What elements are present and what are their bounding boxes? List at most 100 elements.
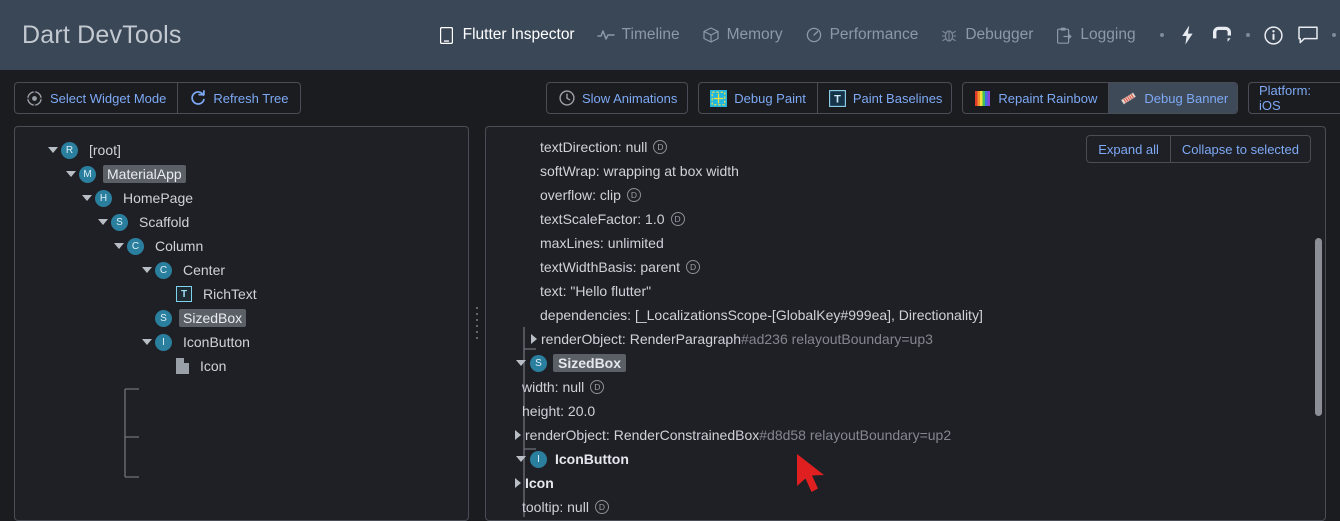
- info-icon[interactable]: [1257, 15, 1291, 55]
- tree-row-iconbutton[interactable]: I IconButton: [15, 330, 468, 354]
- panel-splitter[interactable]: [469, 126, 485, 521]
- widget-badge: I: [530, 451, 547, 468]
- details-actions-group: Expand all Collapse to selected: [1086, 135, 1311, 163]
- chevron-down-icon[interactable]: [111, 243, 127, 249]
- inspector-toolbar: Select Widget Mode Refresh Tree Slow Ani…: [0, 70, 1340, 126]
- pulse-icon: [597, 26, 615, 44]
- detail-row-text[interactable]: text: "Hello flutter": [486, 279, 1325, 303]
- default-value-badge: D: [595, 500, 609, 514]
- rainbow-icon: [974, 90, 991, 107]
- detail-text: tooltip: null: [522, 499, 589, 515]
- tree-row-scaffold[interactable]: S Scaffold: [15, 210, 468, 234]
- refresh-tree-button[interactable]: Refresh Tree: [178, 83, 299, 113]
- chevron-down-icon[interactable]: [514, 360, 528, 366]
- tree-row-label: Column: [151, 237, 207, 255]
- detail-row-overflow[interactable]: overflow: clip D: [486, 183, 1325, 207]
- button-label: Repaint Rainbow: [998, 91, 1097, 106]
- debug-paint-icon: [710, 90, 727, 107]
- widget-details-panel: Expand all Collapse to selected textDire…: [485, 126, 1326, 521]
- tree-row-materialapp[interactable]: M MaterialApp: [15, 162, 468, 186]
- tree-row-label: [root]: [85, 141, 125, 159]
- repaint-rainbow-button[interactable]: Repaint Rainbow: [963, 83, 1109, 113]
- app-header: Dart DevTools Flutter Inspector Timeline…: [0, 0, 1340, 70]
- chevron-down-icon[interactable]: [514, 456, 528, 462]
- chevron-right-icon[interactable]: [511, 430, 525, 440]
- tab-label: Memory: [727, 26, 783, 44]
- text-baseline-icon: T: [829, 90, 846, 107]
- platform-select-label: Platform: iOS: [1259, 83, 1335, 113]
- page-title: Dart DevTools: [22, 21, 182, 50]
- detail-row-maxlines[interactable]: maxLines: unlimited: [486, 231, 1325, 255]
- header-action-bar: Φ: [1153, 15, 1340, 55]
- hot-reload-icon[interactable]: [1171, 15, 1205, 55]
- chevron-right-icon[interactable]: [527, 334, 541, 344]
- default-value-badge: D: [653, 140, 667, 154]
- detail-row-textscalefactor[interactable]: textScaleFactor: 1.0 D: [486, 207, 1325, 231]
- detail-row-textwidthbasis[interactable]: textWidthBasis: parent D: [486, 255, 1325, 279]
- debug-banner-button[interactable]: Debug Banner: [1109, 83, 1238, 113]
- hot-restart-icon[interactable]: [1205, 15, 1239, 55]
- chevron-down-icon[interactable]: [139, 339, 155, 345]
- tab-performance[interactable]: Performance: [794, 20, 930, 50]
- tree-controls-group: Select Widget Mode Refresh Tree: [14, 82, 301, 114]
- detail-text: softWrap: wrapping at box width: [540, 163, 739, 179]
- detail-text: IconButton: [555, 451, 629, 467]
- tab-label: Timeline: [622, 26, 680, 44]
- tab-timeline[interactable]: Timeline: [586, 20, 691, 50]
- detail-row-dependencies[interactable]: dependencies: [_LocalizationsScope-[Glob…: [486, 303, 1325, 327]
- tree-row-richtext[interactable]: T RichText: [15, 282, 468, 306]
- detail-row-renderconstrainedbox[interactable]: renderObject: RenderConstrainedBox #d8d5…: [486, 423, 1325, 447]
- chevron-down-icon[interactable]: [63, 171, 79, 177]
- chevron-right-icon[interactable]: [511, 478, 525, 488]
- chevron-down-icon[interactable]: [45, 147, 61, 153]
- detail-row-renderparagraph[interactable]: renderObject: RenderParagraph #ad236 rel…: [486, 327, 1325, 351]
- refresh-icon: [189, 90, 206, 107]
- tab-flutter-inspector[interactable]: Flutter Inspector: [427, 20, 586, 50]
- tree-row-label: MaterialApp: [103, 165, 186, 183]
- tree-row-center[interactable]: C Center: [15, 258, 468, 282]
- tab-label: Flutter Inspector: [463, 26, 575, 44]
- tab-logging[interactable]: Logging: [1044, 20, 1146, 50]
- banner-flags-group: Repaint Rainbow Debug Banner: [962, 82, 1238, 114]
- tree-row-label: SizedBox: [179, 309, 246, 327]
- tab-label: Logging: [1080, 26, 1135, 44]
- tree-row-label: Icon: [196, 357, 230, 375]
- tree-row-homepage[interactable]: H HomePage: [15, 186, 468, 210]
- detail-text: textScaleFactor: 1.0: [540, 211, 665, 227]
- platform-select[interactable]: Platform: iOS: [1248, 82, 1340, 114]
- widget-tree: R [root] M MaterialApp H HomePage S Scaf…: [15, 127, 468, 378]
- collapse-to-selected-button[interactable]: Collapse to selected: [1171, 136, 1310, 162]
- detail-row-height[interactable]: height: 20.0: [486, 399, 1325, 423]
- widget-badge: T: [176, 286, 192, 302]
- details-vertical-scrollbar[interactable]: [1315, 238, 1322, 416]
- slow-animations-button[interactable]: Slow Animations: [547, 83, 688, 113]
- tree-row-icon[interactable]: Icon: [15, 354, 468, 378]
- detail-row-icon-node[interactable]: Icon: [486, 471, 1325, 495]
- detail-text: text: "Hello flutter": [540, 283, 651, 299]
- tree-row-root[interactable]: R [root]: [15, 138, 468, 162]
- detail-row-sizedbox-node[interactable]: S SizedBox: [486, 351, 1325, 375]
- debug-paint-button[interactable]: Debug Paint: [699, 83, 818, 113]
- paint-baselines-button[interactable]: T Paint Baselines: [818, 83, 953, 113]
- detail-text: overflow: clip: [540, 187, 621, 203]
- svg-text:T: T: [834, 93, 841, 105]
- detail-row-iconbutton-node[interactable]: I IconButton: [486, 447, 1325, 471]
- detail-row-width[interactable]: width: null D: [486, 375, 1325, 399]
- chevron-down-icon[interactable]: [139, 267, 155, 273]
- target-icon: [26, 90, 43, 107]
- default-value-badge: D: [671, 212, 685, 226]
- feedback-icon[interactable]: [1291, 15, 1325, 55]
- tree-row-label: HomePage: [119, 189, 197, 207]
- detail-row-tooltip[interactable]: tooltip: null D: [486, 495, 1325, 519]
- tree-row-label: RichText: [199, 285, 261, 303]
- widget-badge: S: [530, 355, 547, 372]
- chevron-down-icon[interactable]: [79, 195, 95, 201]
- tree-row-sizedbox[interactable]: S SizedBox: [15, 306, 468, 330]
- tab-memory[interactable]: Memory: [691, 20, 794, 50]
- expand-all-button[interactable]: Expand all: [1087, 136, 1171, 162]
- detail-text: dependencies: [_LocalizationsScope-[Glob…: [540, 307, 983, 323]
- chevron-down-icon[interactable]: [95, 219, 111, 225]
- tree-row-column[interactable]: C Column: [15, 234, 468, 258]
- select-widget-mode-button[interactable]: Select Widget Mode: [15, 83, 178, 113]
- tab-debugger[interactable]: Debugger: [929, 20, 1044, 50]
